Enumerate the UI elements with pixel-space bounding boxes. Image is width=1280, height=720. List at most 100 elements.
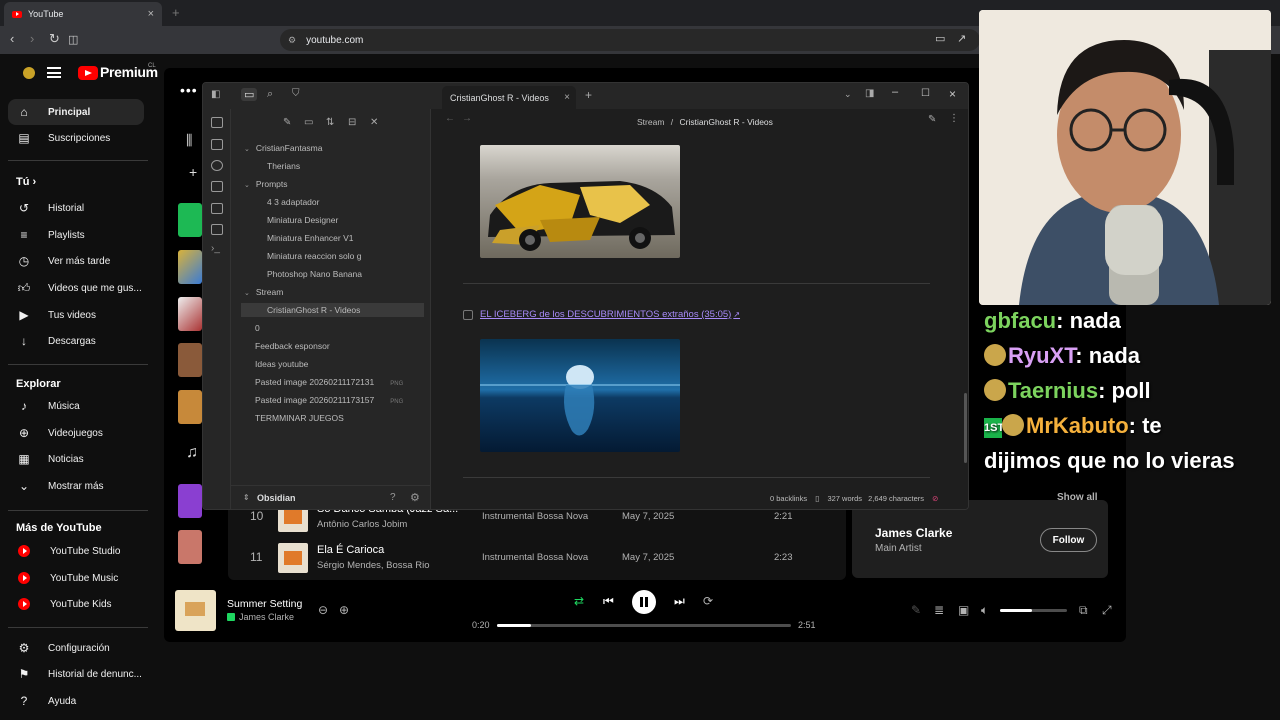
site-info-icon[interactable]: ⚙ [288,35,296,46]
graph-view-icon[interactable] [211,160,223,171]
sidebar-toggle-icon[interactable]: ◫ [68,33,78,46]
next-icon[interactable]: ⏭ [674,594,685,609]
library-thumb[interactable] [178,250,202,284]
back-icon[interactable]: ‹ [10,31,14,46]
more-options-icon[interactable]: ⋮ [949,113,959,124]
table-row[interactable]: 11 Ela É Carioca Sérgio Mendes, Bossa Ri… [228,538,846,578]
scrollbar[interactable] [964,393,967,463]
folder-item[interactable]: ⌄ Stream [244,287,283,297]
previous-icon[interactable]: ⏮ [603,594,614,609]
file-item[interactable]: Miniatura Enhancer V1 [267,233,353,243]
library-thumb[interactable] [178,343,202,377]
backlinks-count[interactable]: 0 backlinks [770,494,807,503]
embedded-image-iceberg[interactable] [480,339,680,452]
connect-device-icon[interactable]: ▣ [958,603,969,617]
nav-forward-icon[interactable]: → [462,113,472,124]
queue-icon[interactable]: ≣ [934,603,944,617]
video-link[interactable]: EL ICEBERG de los DESCUBRIMIENTOS extrañ… [480,309,740,320]
task-checkbox[interactable] [463,310,473,320]
youtube-logo-icon[interactable] [78,66,98,80]
reload-icon[interactable]: ↻ [49,31,60,47]
share-icon[interactable]: ↗ [957,32,966,45]
close-window-icon[interactable]: × [949,87,956,101]
file-item[interactable]: Miniatura Designer [267,215,338,225]
quick-switcher-icon[interactable] [211,117,223,128]
templates-icon[interactable] [211,224,223,235]
miniplayer-icon[interactable]: ⧉ [1079,603,1088,618]
lyrics-icon[interactable]: ✎ [911,603,921,617]
sidebar-item-ayuda[interactable]: ? Ayuda [8,688,144,714]
reading-icon[interactable]: ▯ [815,494,819,503]
library-thumb[interactable] [178,484,202,518]
toggle-sidebar-icon[interactable]: ◧ [211,89,220,100]
saved-check-icon[interactable] [227,613,235,621]
sync-status-icon[interactable]: ⊘ [932,494,938,503]
folder-item[interactable]: ⌄ CristianFantasma [244,143,322,153]
sidebar-item-ver-mas-tarde[interactable]: ◷ Ver más tarde [8,248,144,274]
file-item[interactable]: Photoshop Nano Banana [267,269,362,279]
bookmark-icon[interactable]: ⛉ [292,88,300,99]
tab-list-icon[interactable]: ⌄ [844,89,852,100]
file-item[interactable]: TERMMINAR JUEGOS [255,413,344,423]
sidebar-item-mostrar-mas[interactable]: ⌄ Mostrar más [8,473,144,499]
daily-note-icon[interactable] [211,139,223,150]
music-note-icon[interactable]: ♫ [186,444,198,462]
more-options-icon[interactable]: ••• [180,82,198,98]
file-item[interactable]: CristianGhost R - Videos [241,303,424,317]
sidebar-item-historial-denuncias[interactable]: ⚑ Historial de denunc... [8,661,144,687]
add-icon[interactable]: + [189,164,197,180]
progress-bar[interactable] [497,624,791,627]
breadcrumb-current[interactable]: CristianGhost R - Videos [680,117,773,127]
calendar-icon[interactable] [211,203,223,214]
library-icon[interactable]: ⫼ [186,132,192,149]
auto-reveal-icon[interactable]: ⊟ [348,117,356,128]
nav-back-icon[interactable]: ← [445,113,455,124]
file-item[interactable]: Pasted image 20260211173157 PNG [255,395,403,405]
sidebar-item-tus-videos[interactable]: ▶ Tus videos [8,302,144,328]
tab-note[interactable]: CristianGhost R - Videos × [442,86,576,109]
file-item[interactable]: Miniatura reaccion solo g [267,251,362,261]
repeat-icon[interactable]: ⟳ [703,594,713,608]
folder-item[interactable]: ⌄ Prompts [244,179,288,189]
add-to-playlist-icon[interactable]: ⊕ [339,603,349,617]
follow-button[interactable]: Follow [1040,528,1097,552]
shuffle-icon[interactable]: ⇄ [574,594,584,608]
library-thumb[interactable] [178,390,202,424]
file-item[interactable]: Pasted image 20260211172131 PNG [255,377,403,387]
settings-gear-icon[interactable]: ⚙ [410,491,420,504]
folder-icon[interactable]: ▭ [241,88,258,101]
now-playing-art[interactable] [175,590,216,631]
volume-icon[interactable]: 🔈︎ [981,603,988,618]
artist-name[interactable]: James Clarke [875,526,952,540]
sidebar-item-youtube-music[interactable]: YouTube Music [8,565,144,591]
file-item[interactable]: 0 [255,323,260,333]
pause-button[interactable] [632,590,656,614]
sidebar-item-suscripciones[interactable]: ▤ Suscripciones [8,125,144,151]
sidebar-item-videojuegos[interactable]: ⊕ Videojuegos [8,420,144,446]
search-icon[interactable]: ⌕ [267,88,273,101]
library-thumb[interactable] [178,530,202,564]
sidebar-item-configuracion[interactable]: ⚙ Configuración [8,635,144,661]
sidebar-item-liked-videos[interactable]: 👍︎ Videos que me gus... [8,275,144,301]
sidebar-item-principal[interactable]: ⌂ Principal [8,99,144,125]
sidebar-item-noticias[interactable]: ▦ Noticias [8,446,144,472]
sidebar-item-playlists[interactable]: ≡ Playlists [8,222,144,248]
forward-icon[interactable]: › [30,31,34,46]
edit-mode-icon[interactable]: ✎ [928,114,936,125]
now-playing-artist[interactable]: James Clarke [239,612,294,622]
sidebar-item-musica[interactable]: ♪ Música [8,393,144,419]
help-icon[interactable]: ? [390,492,396,503]
track-title[interactable]: Ela É Carioca [317,544,384,556]
sort-icon[interactable]: ⇅ [326,117,334,128]
you-section-header[interactable]: Tú › [16,176,36,188]
file-item[interactable]: Ideas youtube [255,359,308,369]
maximize-icon[interactable]: ☐ [921,88,930,99]
browser-tab-youtube[interactable]: YouTube × [4,2,162,26]
library-thumb[interactable] [178,203,202,237]
track-album[interactable]: Instrumental Bossa Nova [482,511,588,522]
new-folder-icon[interactable]: ▭ [304,117,313,128]
fullscreen-icon[interactable]: ⤢ [1102,603,1112,618]
sidebar-item-historial[interactable]: ↺ Historial [8,195,144,221]
right-sidebar-icon[interactable]: ◨ [865,88,874,99]
vault-switcher[interactable]: ⇕ Obsidian ? ⚙ [231,485,431,509]
